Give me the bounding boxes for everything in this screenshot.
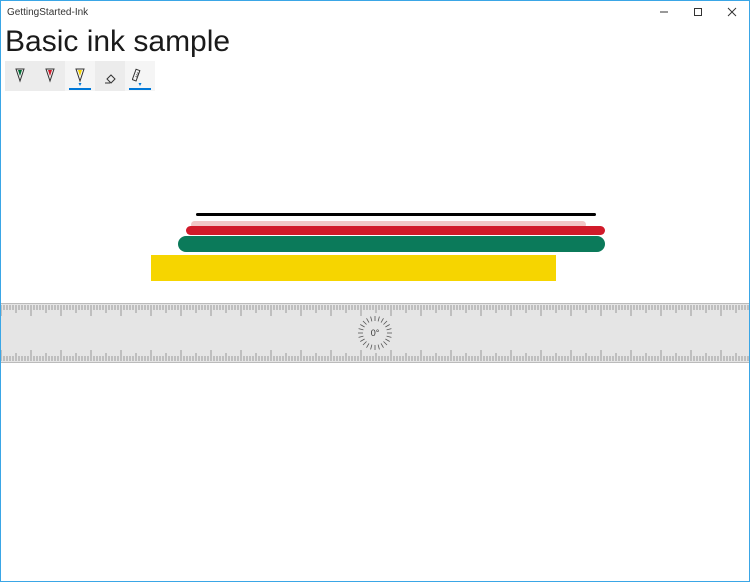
selection-indicator	[69, 88, 91, 90]
highlighter-button[interactable]: ▾	[65, 61, 95, 91]
ink-stroke	[151, 255, 556, 281]
eraser-icon	[102, 68, 118, 84]
minimize-button[interactable]	[647, 1, 681, 23]
ballpoint-pen-icon	[13, 67, 27, 85]
titlebar[interactable]: GettingStarted-Ink	[1, 1, 749, 23]
maximize-icon	[693, 7, 703, 17]
ruler-angle-indicator: 0°	[355, 313, 395, 353]
ruler-stencil[interactable]: 0°	[1, 303, 749, 363]
ink-stroke	[178, 236, 605, 252]
window-title: GettingStarted-Ink	[1, 7, 88, 18]
pencil-button[interactable]	[35, 61, 65, 91]
angle-dial-icon	[355, 313, 395, 353]
close-icon	[727, 7, 737, 17]
app-window: GettingStarted-Ink Basic ink sample	[0, 0, 750, 582]
ruler-button[interactable]: ▾	[125, 61, 155, 91]
ink-stroke	[186, 226, 605, 235]
page-title: Basic ink sample	[1, 23, 749, 59]
maximize-button[interactable]	[681, 1, 715, 23]
ballpoint-pen-button[interactable]	[5, 61, 35, 91]
pencil-icon	[43, 67, 57, 85]
eraser-button[interactable]	[95, 61, 125, 91]
minimize-icon	[659, 7, 669, 17]
ink-stroke	[196, 213, 596, 216]
content-area: Basic ink sample ▾	[1, 23, 749, 581]
selection-indicator	[129, 88, 151, 90]
ink-toolbar: ▾ ▾	[5, 61, 155, 91]
close-button[interactable]	[715, 1, 749, 23]
